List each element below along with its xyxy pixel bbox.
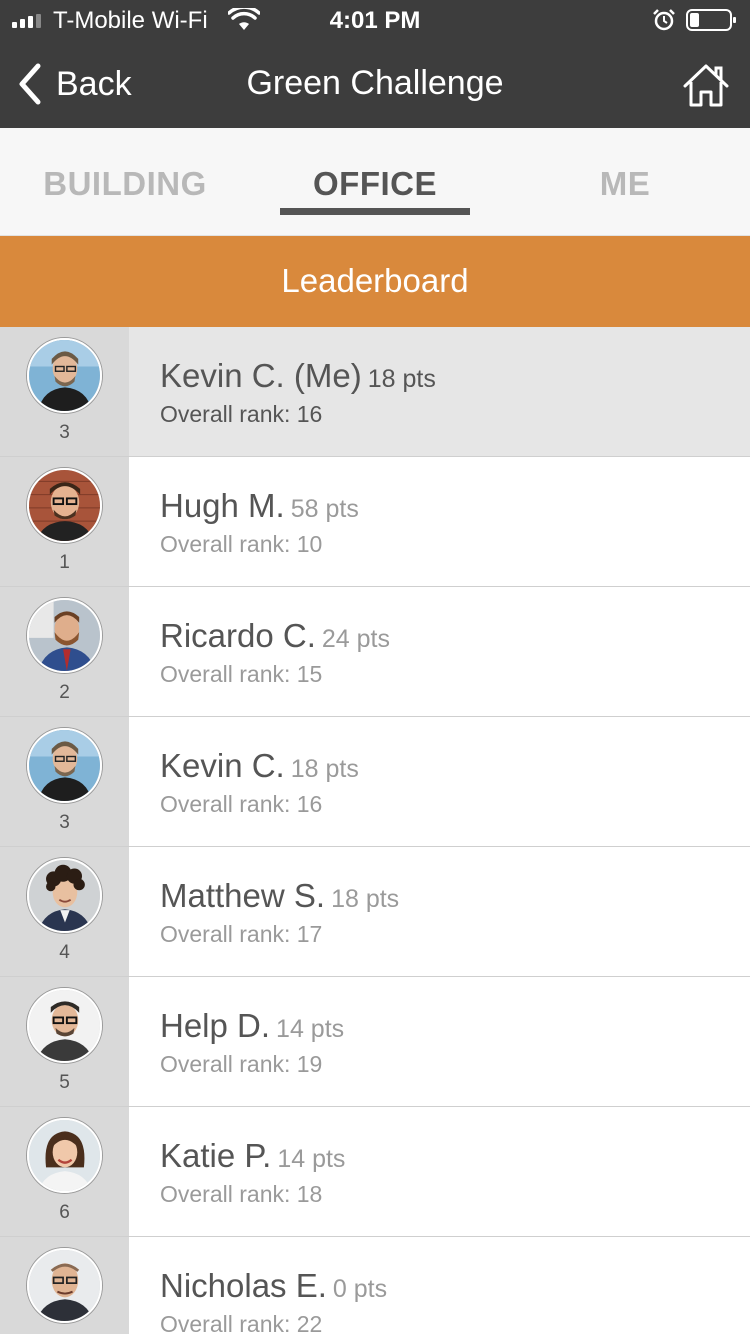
tab-office[interactable]: OFFICE bbox=[250, 128, 500, 236]
avatar-man-glasses-icon bbox=[27, 988, 102, 1063]
player-name: Katie P. bbox=[160, 1137, 272, 1174]
leaderboard-row[interactable]: 5 Help D. 14 pts Overall rank: 19 bbox=[0, 977, 750, 1107]
overall-rank: Overall rank: 16 bbox=[160, 401, 323, 427]
avatar-man-glasses-beard-icon bbox=[27, 338, 102, 413]
overall-rank: Overall rank: 10 bbox=[160, 531, 323, 557]
player-points: 24 pts bbox=[321, 625, 390, 653]
avatar-man-glasses-beard-icon bbox=[27, 728, 102, 803]
leaderboard-header: Leaderboard bbox=[0, 236, 750, 327]
name-line: Katie P. 14 pts bbox=[160, 1137, 345, 1175]
avatar-man-beard-suit-icon bbox=[27, 598, 102, 673]
overall-rank: Overall rank: 17 bbox=[160, 921, 323, 947]
name-line: Help D. 14 pts bbox=[160, 1007, 344, 1045]
overall-rank: Overall rank: 22 bbox=[160, 1311, 323, 1334]
overall-rank: Overall rank: 18 bbox=[160, 1181, 323, 1207]
name-line: Hugh M. 58 pts bbox=[160, 487, 359, 525]
player-name: Hugh M. bbox=[160, 487, 285, 524]
leaderboard-row-me[interactable]: 3 Kevin C. (Me) 18 pts Overall rank: 16 bbox=[0, 327, 750, 457]
player-name: Ricardo C. bbox=[160, 617, 316, 654]
home-icon[interactable] bbox=[682, 62, 730, 108]
rank-column: 3 bbox=[0, 327, 129, 456]
player-points: 18 pts bbox=[331, 885, 400, 913]
leaderboard-row[interactable]: Nicholas E. 0 pts Overall rank: 22 bbox=[0, 1237, 750, 1334]
overall-rank: Overall rank: 19 bbox=[160, 1051, 323, 1077]
player-points: 58 pts bbox=[290, 495, 359, 523]
player-name: Matthew S. bbox=[160, 877, 326, 914]
leaderboard-row[interactable]: 4 Matthew S. 18 pts Overall rank: 17 bbox=[0, 847, 750, 977]
leaderboard-row[interactable]: 2 Ricardo C. 24 pts Overall rank: 15 bbox=[0, 587, 750, 717]
rank-column: 5 bbox=[0, 977, 129, 1106]
back-label: Back bbox=[56, 64, 132, 103]
overall-rank: Overall rank: 16 bbox=[160, 791, 323, 817]
player-name: Kevin C. bbox=[160, 747, 285, 784]
player-points: 18 pts bbox=[367, 365, 436, 393]
name-line: Nicholas E. 0 pts bbox=[160, 1267, 387, 1305]
leaderboard-list: 3 Kevin C. (Me) 18 pts Overall rank: 16 1… bbox=[0, 327, 750, 1334]
back-button[interactable]: Back bbox=[16, 40, 132, 128]
rank-number: 3 bbox=[59, 422, 70, 443]
name-line: Kevin C. (Me) 18 pts bbox=[160, 357, 436, 395]
player-points: 0 pts bbox=[332, 1275, 388, 1303]
tab-me[interactable]: ME bbox=[500, 128, 750, 236]
rank-number: 2 bbox=[59, 682, 70, 703]
overall-rank: Overall rank: 15 bbox=[160, 661, 323, 687]
alarm-clock-icon bbox=[653, 9, 675, 31]
rank-column: 4 bbox=[0, 847, 129, 976]
battery-icon bbox=[686, 9, 736, 31]
rank-number: 4 bbox=[59, 942, 70, 963]
active-tab-indicator bbox=[280, 208, 470, 215]
rank-number: 5 bbox=[59, 1072, 70, 1093]
name-line: Matthew S. 18 pts bbox=[160, 877, 399, 915]
name-line: Ricardo C. 24 pts bbox=[160, 617, 390, 655]
avatar-man-bald-glasses-icon bbox=[27, 1248, 102, 1323]
player-points: 18 pts bbox=[290, 755, 359, 783]
status-bar: T-Mobile Wi-Fi 4:01 PM bbox=[0, 0, 750, 40]
tab-building[interactable]: BUILDING bbox=[0, 128, 250, 236]
rank-number: 3 bbox=[59, 812, 70, 833]
player-name: Kevin C. (Me) bbox=[160, 357, 362, 394]
rank-column: 1 bbox=[0, 457, 129, 586]
player-points: 14 pts bbox=[277, 1145, 346, 1173]
name-line: Kevin C. 18 pts bbox=[160, 747, 359, 785]
avatar-woman-icon bbox=[27, 1118, 102, 1193]
rank-column bbox=[0, 1237, 129, 1334]
rank-number: 1 bbox=[59, 552, 70, 573]
avatar-man-curly-hair-icon bbox=[27, 858, 102, 933]
chevron-left-icon bbox=[19, 63, 41, 105]
player-points: 14 pts bbox=[276, 1015, 345, 1043]
avatar-man-glasses-brick-icon bbox=[27, 468, 102, 543]
rank-number: 6 bbox=[59, 1202, 70, 1223]
navigation-bar: Back Green Challenge bbox=[0, 40, 750, 128]
player-name: Nicholas E. bbox=[160, 1267, 327, 1304]
leaderboard-row[interactable]: 3 Kevin C. 18 pts Overall rank: 16 bbox=[0, 717, 750, 847]
rank-column: 3 bbox=[0, 717, 129, 846]
rank-column: 2 bbox=[0, 587, 129, 716]
tab-bar: BUILDING OFFICE ME bbox=[0, 128, 750, 236]
leaderboard-row[interactable]: 1 Hugh M. 58 pts Overall rank: 10 bbox=[0, 457, 750, 587]
player-name: Help D. bbox=[160, 1007, 271, 1044]
rank-column: 6 bbox=[0, 1107, 129, 1236]
leaderboard-row[interactable]: 6 Katie P. 14 pts Overall rank: 18 bbox=[0, 1107, 750, 1237]
clock-time: 4:01 PM bbox=[329, 7, 421, 34]
